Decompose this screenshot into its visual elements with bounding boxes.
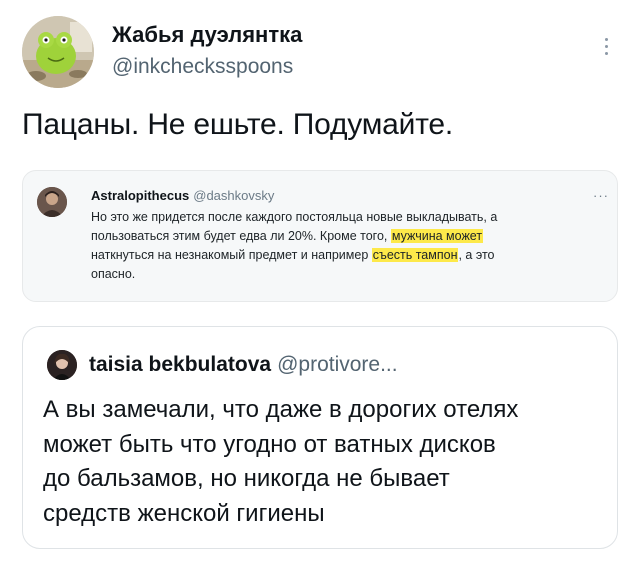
quoted-text-line: средств женской гигиены: [43, 499, 325, 527]
embedded-more-icon: ···: [593, 188, 609, 203]
author-avatar[interactable]: [22, 16, 94, 88]
embedded-text-segment: наткнуться на незнакомый предмет и напри…: [91, 248, 372, 262]
tweet-page: Жабья дуэлянтка @inkchecksspoons Пацаны.…: [0, 0, 640, 564]
author-handle[interactable]: @inkchecksspoons: [112, 55, 293, 79]
quoted-header: taisia bekbulatova @protivore...: [89, 353, 398, 377]
embedded-header: Astralopithecus @dashkovsky: [91, 188, 274, 203]
embedded-text-line: наткнуться на незнакомый предмет и напри…: [91, 246, 601, 265]
quoted-text-line: А вы замечали, что даже в дорогих отелях: [43, 396, 519, 423]
person-avatar-icon: [47, 350, 77, 380]
embedded-text-segment: пользоваться этим будет едва ли 20%. Кро…: [91, 229, 391, 243]
highlighted-text: съесть тампон: [371, 248, 459, 262]
embedded-text-line: опасно.: [91, 267, 136, 281]
highlighted-text: мужчина может: [390, 229, 484, 243]
more-options-icon[interactable]: [598, 34, 614, 64]
frog-avatar-icon: [22, 16, 94, 88]
quoted-author-name: taisia bekbulatova: [89, 353, 272, 376]
quoted-author-handle: @protivore...: [277, 353, 398, 376]
embedded-text-segment: , а это: [458, 248, 495, 262]
embedded-author-name: Astralopithecus: [91, 188, 190, 203]
embedded-text-line: пользоваться этим будет едва ли 20%. Кро…: [91, 227, 601, 246]
quoted-text-line: может быть что угодно от ватных дисков: [43, 430, 496, 458]
embedded-image[interactable]: Astralopithecus @dashkovsky ··· Но это же…: [22, 170, 618, 302]
embedded-text-line: Но это же придется после каждого постоял…: [91, 210, 498, 224]
tweet-text: Пацаны. Не ешьте. Подумайте.: [22, 108, 454, 141]
embedded-author-avatar: [37, 187, 67, 217]
embedded-text: Но это же придется после каждого постоял…: [91, 208, 601, 284]
quoted-tweet-text: А вы замечали, что даже в дорогих отелях…: [43, 393, 613, 531]
quoted-tweet[interactable]: taisia bekbulatova @protivore... А вы зам…: [22, 326, 618, 549]
author-name[interactable]: Жабья дуэлянтка: [112, 22, 302, 48]
quoted-text-line: до бальзамов, но никогда не бывает: [43, 465, 450, 492]
person-avatar-icon: [37, 187, 67, 217]
embedded-author-handle: @dashkovsky: [193, 188, 275, 203]
quoted-author-avatar: [47, 350, 77, 380]
